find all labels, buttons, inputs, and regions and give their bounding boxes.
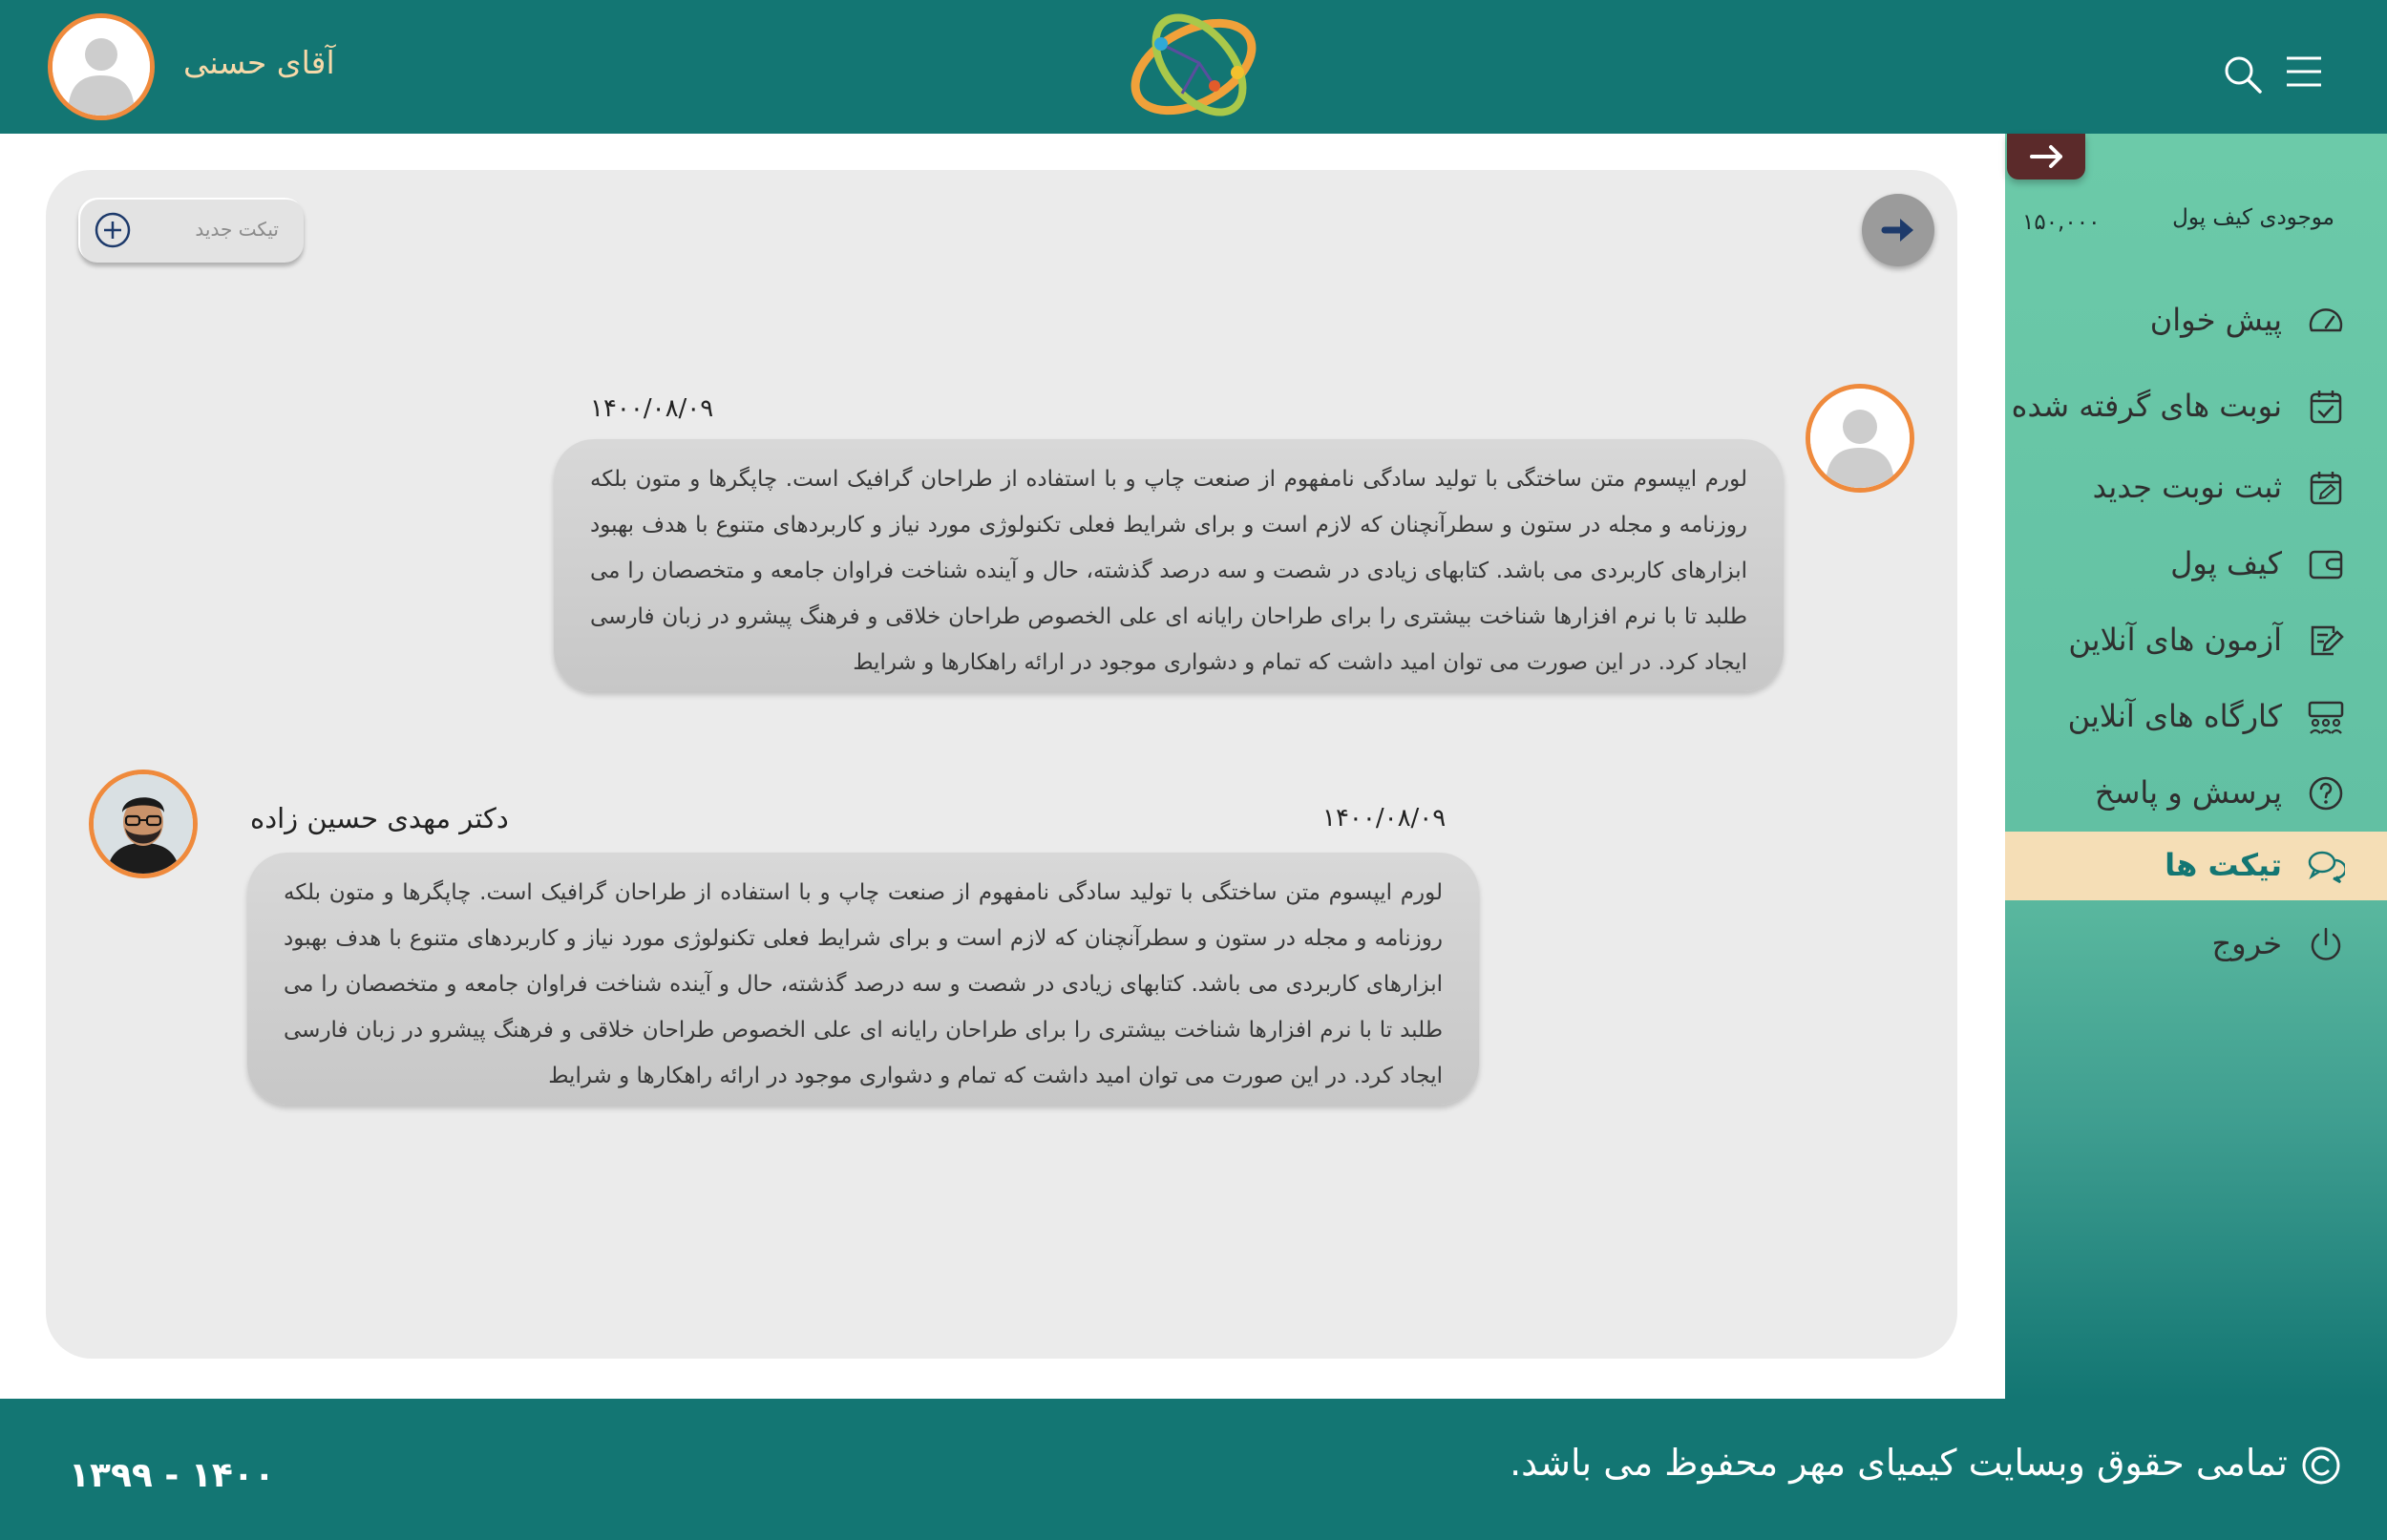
message-text: لورم ایپسوم متن ساختگی با تولید سادگی نا… <box>590 467 1747 675</box>
search-button[interactable] <box>2222 53 2264 95</box>
sidebar-item-tickets[interactable]: تیکت ها <box>2005 832 2387 900</box>
exam-edit-icon <box>2311 625 2344 656</box>
user-silhouette-icon <box>53 18 150 116</box>
sidebar-item-label: کارگاه های آنلاین <box>2067 698 2282 734</box>
sidebar-item-label: خروج <box>2211 925 2282 961</box>
search-icon <box>2225 56 2262 94</box>
message-sender-avatar <box>1806 384 1914 493</box>
sidebar-item-new-appointment[interactable]: ثبت نوبت جدید <box>2005 454 2387 522</box>
user-silhouette-icon <box>1810 389 1910 488</box>
message-text: لورم ایپسوم متن ساختگی با تولید سادگی نا… <box>284 880 1443 1088</box>
back-button[interactable] <box>1862 194 1934 266</box>
ticket-thread-panel <box>46 170 1957 1359</box>
sidebar-item-faq[interactable]: پرسش و پاسخ <box>2005 759 2387 828</box>
sidebar-collapse-button[interactable] <box>2007 134 2085 179</box>
message-date: ۱۴۰۰/۰۸/۰۹ <box>1322 804 1447 833</box>
sidebar-item-label: ثبت نوبت جدید <box>2092 469 2282 505</box>
message-bubble: لورم ایپسوم متن ساختگی با تولید سادگی نا… <box>554 439 1784 691</box>
sidebar-item-logout[interactable]: خروج <box>2005 910 2387 979</box>
arrow-right-icon <box>1881 219 1913 242</box>
doctor-avatar <box>89 770 198 878</box>
plus-circle-icon <box>95 212 131 248</box>
sidebar-item-label: نوبت های گرفته شده <box>2011 388 2282 424</box>
sidebar-item-online-workshops[interactable]: کارگاه های آنلاین <box>2005 683 2387 751</box>
sidebar-item-label: آزمون های آنلاین <box>2068 622 2282 658</box>
message-author-name: دکتر مهدی حسین زاده <box>250 802 509 834</box>
copyright-icon <box>2302 1446 2340 1484</box>
atom-logo-icon[interactable] <box>1123 6 1268 128</box>
sidebar-item-label: تیکت ها <box>2165 847 2282 883</box>
power-icon <box>2311 927 2341 960</box>
sidebar-item-booked-appointments[interactable]: نوبت های گرفته شده <box>2005 372 2387 441</box>
sidebar-item-wallet[interactable]: کیف پول <box>2005 530 2387 599</box>
sidebar-item-label: پیش خوان <box>2149 302 2282 338</box>
copyright-years: ۱۳۹۹ - ۱۴۰۰ <box>69 1456 275 1495</box>
calendar-check-icon <box>2310 390 2342 424</box>
message-bubble: لورم ایپسوم متن ساختگی با تولید سادگی نا… <box>247 853 1479 1105</box>
new-ticket-label: تیکت جدید <box>195 218 279 241</box>
arrow-right-icon <box>2030 145 2062 168</box>
workshop-group-icon <box>2308 701 2344 734</box>
wallet-balance-amount: ۱۵۰,۰۰۰ <box>2022 210 2101 235</box>
question-circle-icon <box>2309 776 2343 811</box>
message-date: ۱۴۰۰/۰۸/۰۹ <box>590 394 714 423</box>
copyright-notice: تمامی حقوق وبسایت کیمیای مهر محفوظ می با… <box>1510 1442 2341 1486</box>
sidebar-item-dashboard[interactable]: پیش خوان <box>2005 286 2387 355</box>
wallet-balance-label: موجودی کیف پول <box>2172 205 2334 230</box>
sidebar-item-label: کیف پول <box>2170 545 2282 581</box>
copyright-text: تمامی حقوق وبسایت کیمیای مهر محفوظ می با… <box>1510 1442 2288 1484</box>
new-ticket-button[interactable]: تیکت جدید <box>78 198 304 263</box>
hamburger-menu-icon <box>2287 56 2321 87</box>
doctor-portrait-icon <box>94 774 193 874</box>
wallet-icon <box>2309 550 2343 580</box>
calendar-edit-icon <box>2310 472 2342 505</box>
user-name[interactable]: آقای حسنی <box>183 44 335 81</box>
sidebar-item-online-exams[interactable]: آزمون های آنلاین <box>2005 606 2387 675</box>
user-avatar[interactable] <box>48 13 155 120</box>
chat-bubbles-icon <box>2308 851 2345 884</box>
dashboard-gauge-icon <box>2309 308 2343 332</box>
sidebar-item-label: پرسش و پاسخ <box>2094 774 2282 811</box>
hamburger-menu-button[interactable] <box>2284 53 2324 90</box>
